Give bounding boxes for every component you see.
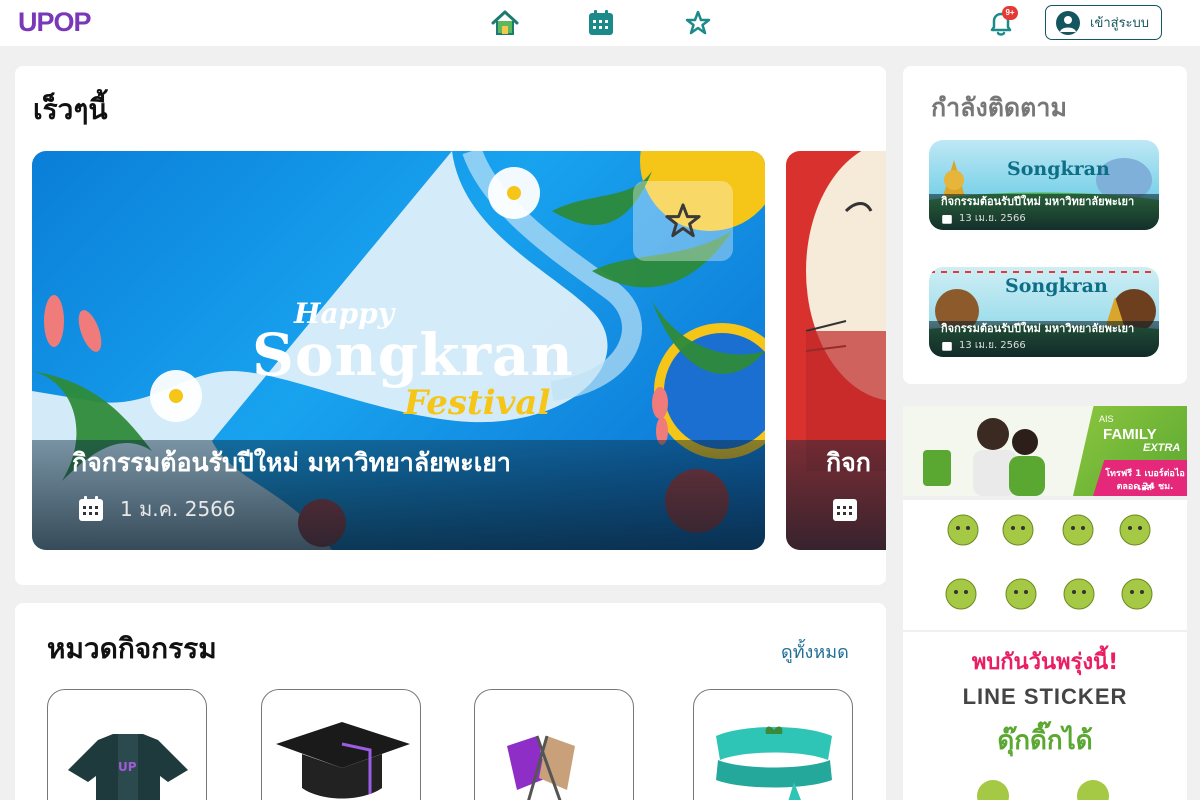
line-ad-mascots (977, 780, 1109, 800)
calendar-icon (942, 214, 952, 224)
following-item-title: กิจกรรมต้อนรับปีใหม่ มหาวิทยาลัยพะเยา (941, 322, 1135, 335)
recent-events-section: เร็วๆนี้ Happy Songkran Festival กิจกรรม… (15, 66, 886, 585)
following-item[interactable]: Songkran กิจกรรมต้อนรับปีใหม่ มหาวิทยาลั… (929, 140, 1159, 230)
event-date: 1 ม.ค. 2566 (120, 497, 236, 521)
following-title: กำลังติดตาม (931, 93, 1067, 122)
ais-ad-banner[interactable]: AIS FAMILY EXTRA โทรฟรี 1 เบอร์ต่อไอเอส … (903, 406, 1187, 496)
calendar-icon[interactable] (586, 8, 616, 38)
category-tile-headband[interactable] (693, 689, 853, 800)
line-sticker-ad[interactable]: พบกันวันพรุ่งนี้! LINE STICKER ดุ๊กดิ๊กไ… (903, 632, 1187, 800)
category-tile-flags[interactable] (474, 689, 634, 800)
line-ad-tagline: ดุ๊กดิ๊กได้ (997, 726, 1093, 756)
app-logo[interactable]: UPOP (18, 7, 92, 38)
star-outline-icon (665, 203, 701, 238)
ais-family-text: FAMILY (1103, 426, 1157, 443)
calendar-icon (942, 341, 952, 351)
top-bar: UPOP 9+ เข้าสู่ระบบ (0, 0, 1200, 46)
category-tile-shirt[interactable]: UP (47, 689, 207, 800)
event-title: กิจก (826, 448, 871, 477)
poster-text: Songkran (1007, 158, 1110, 180)
following-item[interactable]: Songkran กิจกรรมต้อนรับปีใหม่ มหาวิทยาลั… (929, 267, 1159, 357)
shirt-icon (68, 734, 188, 800)
line-ad-brand: LINE STICKER (962, 684, 1128, 709)
following-item-date-row: 13 เม.ย. 2566 (941, 211, 1026, 226)
favorite-button[interactable] (633, 181, 733, 261)
star-icon[interactable] (683, 8, 713, 38)
event-date-row: 1 ม.ค. 2566 (76, 493, 236, 525)
user-icon (1056, 10, 1080, 35)
event-date-row (830, 493, 860, 525)
ais-brand: AIS (1099, 414, 1114, 424)
categories-section: หมวดกิจกรรม ดูทั้งหมด UP (15, 603, 886, 800)
recent-events-title: เร็วๆนี้ (33, 93, 108, 126)
event-card[interactable]: กิจก (786, 151, 886, 550)
following-item-date: 13 เม.ย. 2566 (959, 340, 1026, 351)
notification-badge: 9+ (1002, 6, 1018, 20)
headband-icon (716, 726, 832, 800)
ais-extra-text: EXTRA (1143, 442, 1181, 454)
following-item-title: กิจกรรมต้อนรับปีใหม่ มหาวิทยาลัยพะเยา (941, 195, 1135, 208)
login-button[interactable]: เข้าสู่ระบบ (1045, 5, 1162, 40)
ais-note-line2: ตลอด 24 ชม. (1116, 482, 1174, 492)
login-label: เข้าสู่ระบบ (1090, 16, 1150, 31)
sticker-grid-image (945, 514, 1153, 610)
following-item-date: 13 เม.ย. 2566 (959, 213, 1026, 224)
see-all-link[interactable]: ดูทั้งหมด (781, 637, 849, 666)
home-icon[interactable] (490, 8, 520, 38)
categories-title: หมวดกิจกรรม (47, 632, 217, 665)
poster-text: Songkran (1005, 275, 1108, 297)
flags-icon (507, 735, 575, 800)
shirt-text: UP (118, 760, 137, 774)
poster-text-songkran: Songkran (252, 321, 574, 389)
graduation-cap-icon (276, 722, 410, 799)
ad-people-image (903, 406, 1093, 496)
notification-button[interactable]: 9+ (986, 6, 1018, 38)
sticker-ad-banner[interactable] (903, 500, 1187, 630)
event-card[interactable]: Happy Songkran Festival กิจกรรมต้อนรับปี… (32, 151, 765, 550)
poster-text-festival: Festival (404, 383, 551, 423)
calendar-icon (79, 496, 103, 521)
following-section: กำลังติดตาม Songkran กิจกรรมต้อนรับปีใหม… (903, 66, 1187, 384)
following-item-date-row: 13 เม.ย. 2566 (941, 338, 1026, 353)
event-title: กิจกรรมต้อนรับปีใหม่ มหาวิทยาลัยพะเยา (72, 448, 511, 477)
category-tile-graduation[interactable] (261, 689, 421, 800)
calendar-icon (833, 499, 857, 521)
line-ad-headline: พบกันวันพรุ่งนี้! (971, 650, 1119, 675)
